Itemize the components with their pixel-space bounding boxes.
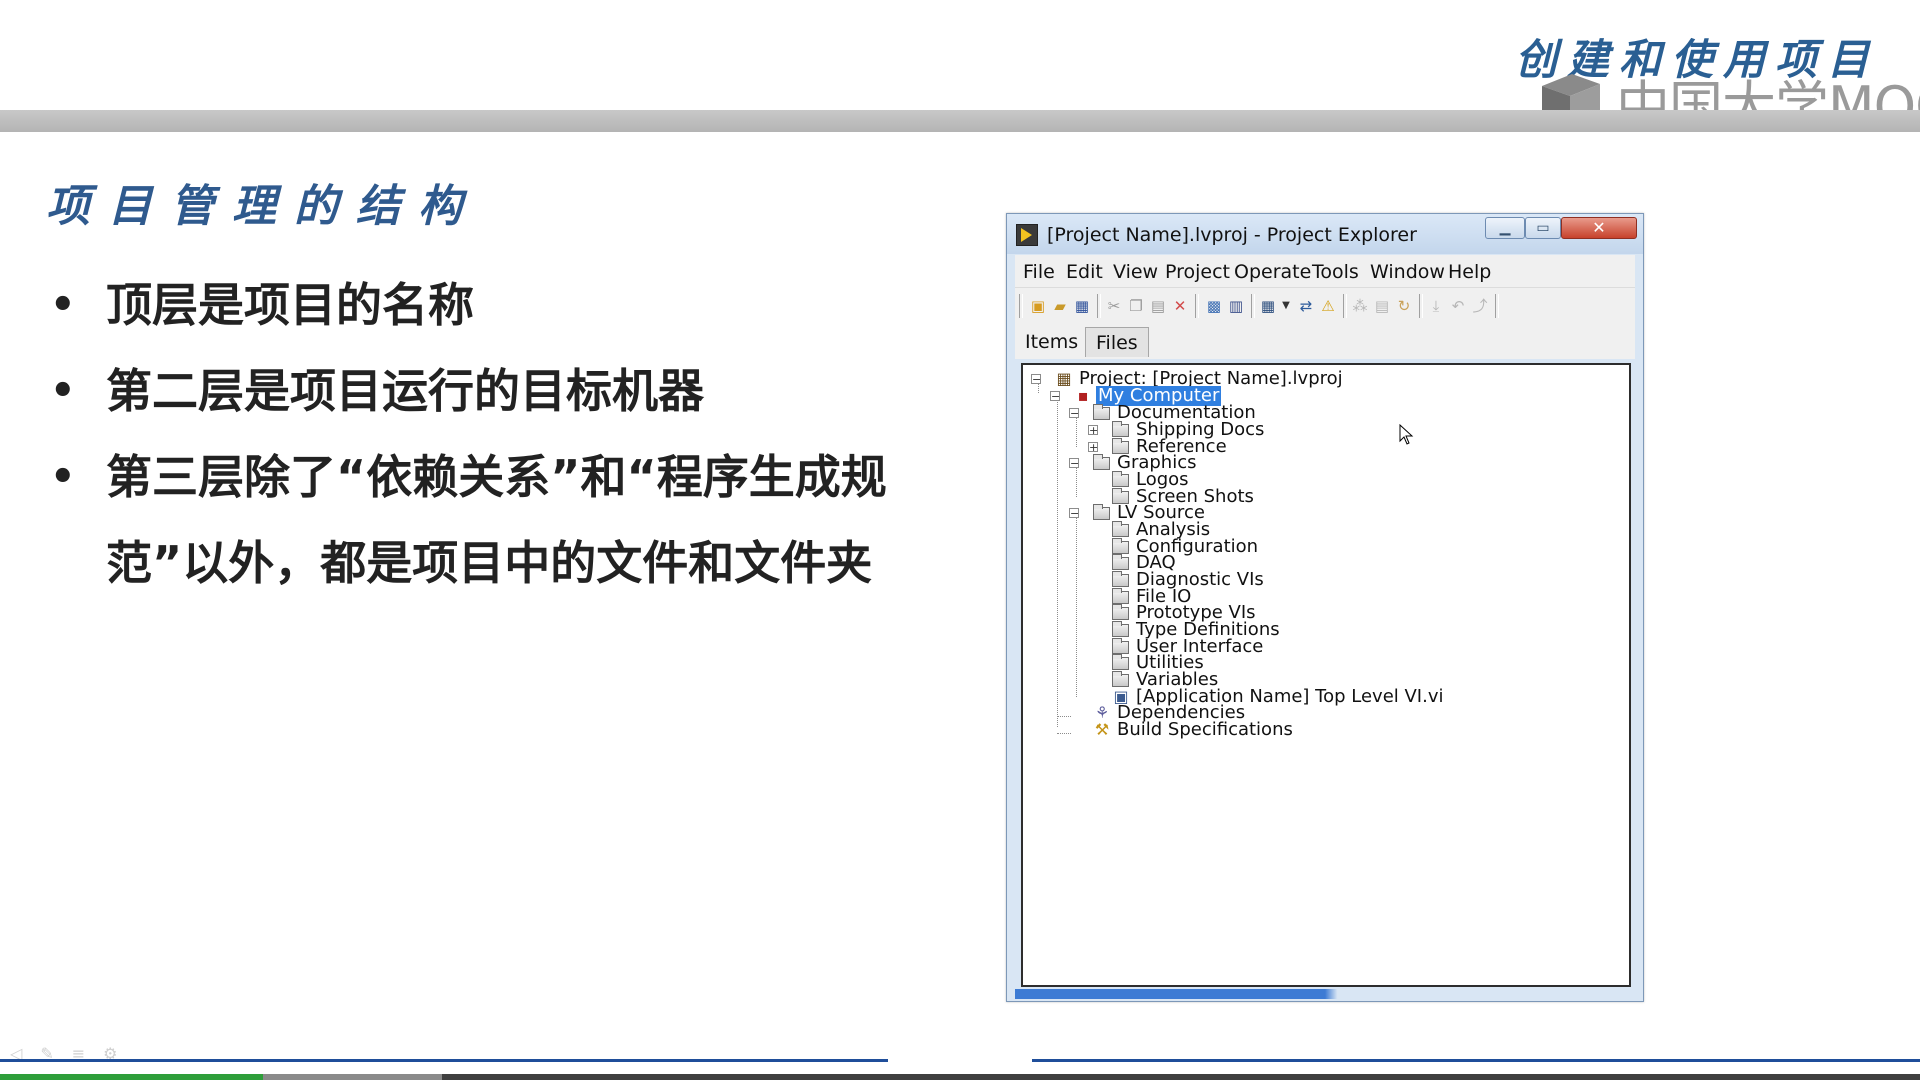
bullet-text: 第二层是项目运行的目标机器 — [106, 364, 704, 418]
video-progress-bar[interactable] — [0, 1074, 1920, 1080]
folder-icon — [1112, 588, 1129, 604]
folder-icon — [1112, 521, 1129, 537]
tab-files[interactable]: Files — [1085, 327, 1149, 357]
toolbar-separator — [1343, 294, 1347, 318]
bullet-marker: • — [50, 454, 76, 500]
view-icon[interactable]: ▦ — [1259, 297, 1277, 315]
folder-icon — [1112, 638, 1129, 654]
build-icon[interactable]: ▩ — [1205, 297, 1223, 315]
tree-connector — [1057, 716, 1071, 717]
tree-connector — [1057, 397, 1058, 727]
computer-icon: ▪ — [1077, 386, 1089, 405]
window-title: [Project Name].lvproj - Project Explorer — [1047, 224, 1417, 246]
redo-icon[interactable]: ⤴ — [1471, 297, 1489, 315]
menu-tools[interactable]: Tools — [1312, 261, 1359, 283]
folder-icon — [1112, 554, 1129, 570]
build-specifications-icon: ⚒ — [1094, 720, 1110, 739]
show-files-icon[interactable]: ▤ — [1373, 297, 1391, 315]
tree-item-label: Build Specifications — [1117, 719, 1293, 740]
toolbar-separator — [1195, 294, 1199, 318]
expand-toggle[interactable]: + — [1088, 442, 1098, 453]
deploy-icon[interactable]: ▥ — [1227, 297, 1245, 315]
slide-footer-rule — [0, 1059, 888, 1062]
tab-strip: Items Files — [1015, 323, 1635, 359]
menu-bar: File Edit View Project Operate Tools Win… — [1015, 255, 1635, 287]
bullet-marker: • — [50, 282, 76, 328]
window-titlebar[interactable]: [Project Name].lvproj - Project Explorer… — [1007, 214, 1643, 254]
toolbar-separator — [1419, 294, 1423, 318]
tree-connector — [1076, 517, 1077, 697]
new-icon[interactable]: ▣ — [1029, 297, 1047, 315]
collapse-toggle[interactable]: − — [1069, 408, 1079, 419]
folder-icon — [1112, 538, 1129, 554]
open-icon[interactable]: ▰ — [1051, 297, 1069, 315]
menu-operate[interactable]: Operate — [1234, 261, 1311, 283]
close-button[interactable]: ✕ — [1561, 217, 1637, 239]
project-explorer-window: [Project Name].lvproj - Project Explorer… — [1006, 213, 1644, 1002]
bullet-item: • 第三层除了“依赖关系”和“程序生成规范”以外，都是项目中的文件和文件夹 — [50, 434, 890, 606]
toolbar-separator — [1495, 294, 1499, 318]
resolve-icon[interactable]: ⇄ — [1297, 297, 1315, 315]
bullet-text: 顶层是项目的名称 — [106, 278, 474, 332]
menu-help[interactable]: Help — [1448, 261, 1491, 283]
slide-footer-rule — [1032, 1059, 1920, 1062]
menu-project[interactable]: Project — [1165, 261, 1230, 283]
collapse-toggle[interactable]: − — [1069, 508, 1079, 519]
bullet-list: • 顶层是项目的名称 • 第二层是项目运行的目标机器 • 第三层除了“依赖关系”和“程… — [50, 262, 890, 606]
folder-icon — [1112, 571, 1129, 587]
minimize-button[interactable]: ▁ — [1485, 217, 1525, 239]
bullet-item: • 顶层是项目的名称 — [50, 262, 890, 348]
refresh-icon[interactable]: ↻ — [1395, 297, 1413, 315]
mouse-cursor-icon — [1399, 424, 1414, 445]
undo-icon[interactable]: ↶ — [1449, 297, 1467, 315]
expand-toggle[interactable]: + — [1088, 425, 1098, 436]
window-status-strip — [1015, 989, 1635, 999]
bullet-marker: • — [50, 368, 76, 414]
toolbar-separator — [1251, 294, 1255, 318]
menu-file[interactable]: File — [1023, 261, 1055, 283]
slide-heading: 项目管理的结构 — [46, 181, 480, 232]
menu-window[interactable]: Window — [1370, 261, 1445, 283]
tree-connector — [1076, 417, 1077, 447]
tab-items[interactable]: Items — [1015, 327, 1088, 357]
bullet-text: 第三层除了“依赖关系”和“程序生成规范”以外，都是项目中的文件和文件夹 — [106, 450, 887, 590]
dependencies-icon[interactable]: ⁂ — [1351, 297, 1369, 315]
paste-icon[interactable]: ▤ — [1149, 297, 1167, 315]
folder-icon — [1112, 654, 1129, 670]
labview-project-icon[interactable] — [1016, 224, 1038, 246]
maximize-button[interactable]: ▭ — [1525, 217, 1561, 239]
delete-icon[interactable]: ✕ — [1171, 297, 1189, 315]
bullet-item: • 第二层是项目运行的目标机器 — [50, 348, 890, 434]
folder-icon — [1112, 471, 1129, 487]
toolbar: ▣ ▰ ▦ ✂ ❐ ▤ ✕ ▩ ▥ ▦ ▼ ⇄ ⚠ ⁂ ▤ ↻ ⤓ ↶ ⤴ — [1015, 287, 1635, 324]
video-progress-fill — [0, 1074, 263, 1080]
warning-icon[interactable]: ⚠ — [1319, 297, 1337, 315]
menu-view[interactable]: View — [1113, 261, 1158, 283]
folder-icon — [1093, 454, 1110, 470]
project-tree[interactable]: − ▦ Project: [Project Name].lvproj − ▪ M… — [1021, 363, 1631, 987]
collapse-toggle[interactable]: − — [1031, 374, 1041, 385]
toolbar-separator — [1019, 294, 1023, 318]
collapse-toggle[interactable]: − — [1050, 391, 1060, 402]
folder-icon — [1112, 621, 1129, 637]
tree-connector — [1076, 467, 1077, 497]
copy-icon[interactable]: ❐ — [1127, 297, 1145, 315]
folder-icon — [1093, 504, 1110, 520]
header-band — [0, 110, 1920, 132]
compact-icon[interactable]: ⤓ — [1427, 297, 1445, 315]
menu-edit[interactable]: Edit — [1066, 261, 1103, 283]
collapse-toggle[interactable]: − — [1069, 458, 1079, 469]
tree-connector — [1057, 733, 1071, 734]
save-all-icon[interactable]: ▦ — [1073, 297, 1091, 315]
folder-icon — [1112, 604, 1129, 620]
video-buffer-fill — [263, 1074, 442, 1080]
toolbar-separator — [1097, 294, 1101, 318]
cut-icon[interactable]: ✂ — [1105, 297, 1123, 315]
folder-icon — [1093, 404, 1110, 420]
chevron-down-icon[interactable]: ▼ — [1277, 297, 1295, 315]
folder-icon — [1112, 421, 1129, 437]
folder-icon — [1112, 671, 1129, 687]
